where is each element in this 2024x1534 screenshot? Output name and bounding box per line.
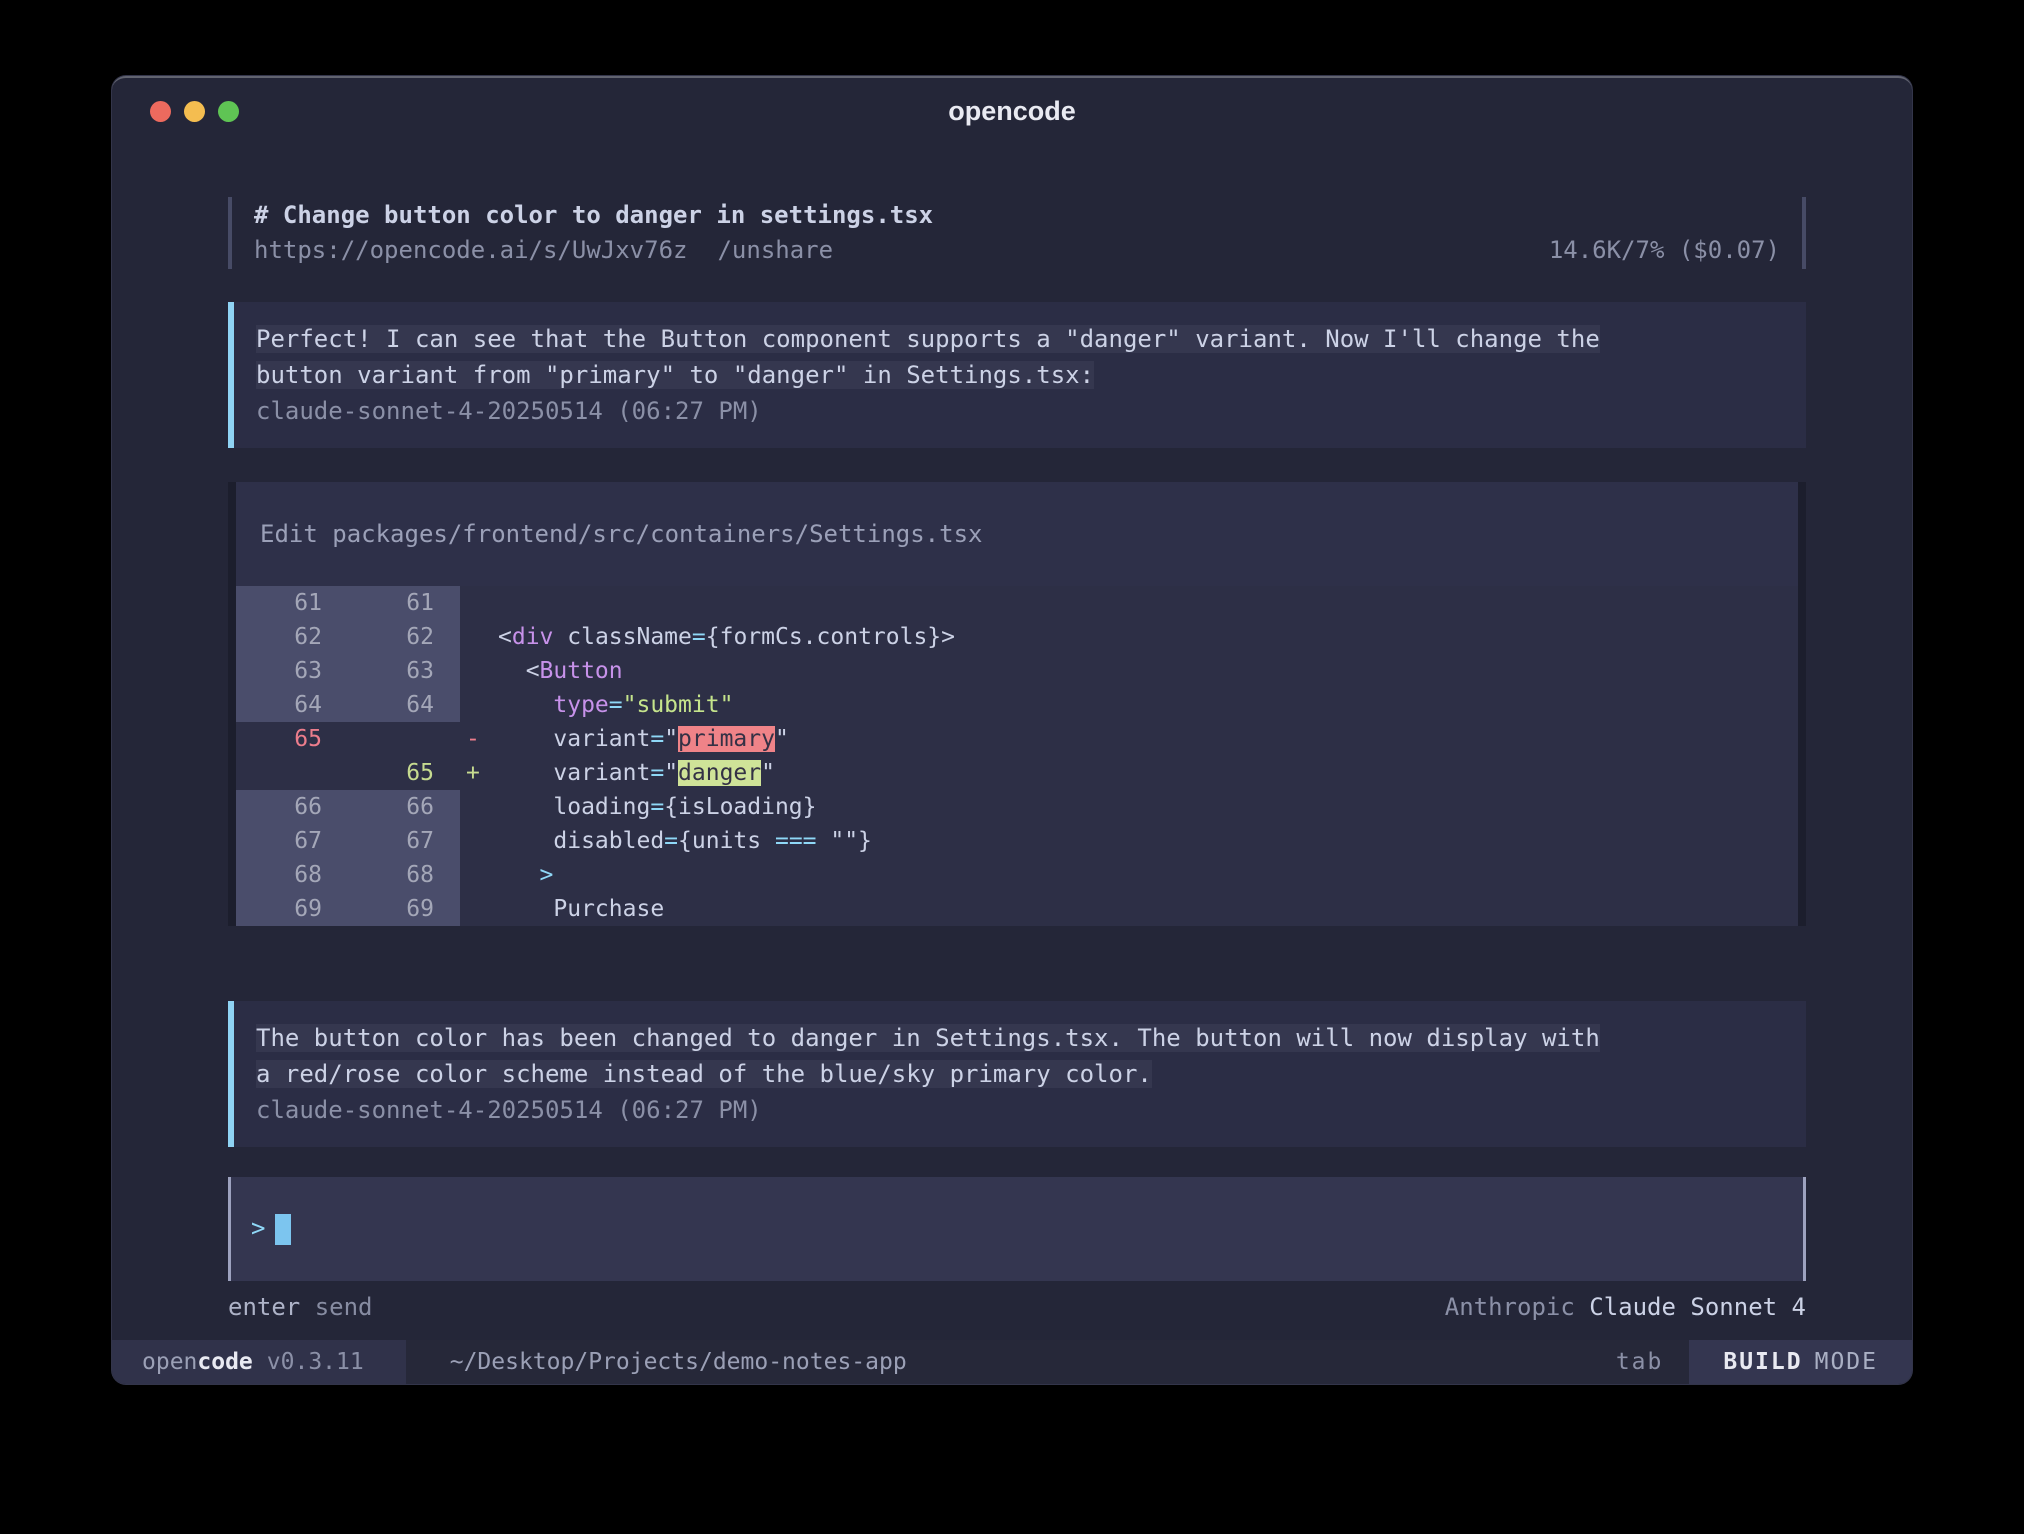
mode-segment[interactable]: BUILDMODE [1689, 1340, 1912, 1384]
diff-row: 6868 > [236, 858, 1798, 892]
line-number-old: 67 [236, 824, 348, 858]
edit-tool-block: Edit packages/frontend/src/containers/Se… [228, 482, 1806, 926]
diff-marker [460, 858, 498, 892]
diff-row: 6262 <div className={formCs.controls}> [236, 620, 1798, 654]
code-line: loading={isLoading} [498, 790, 1798, 824]
line-number-new: 63 [348, 654, 460, 688]
diff-row: 65+ variant="danger" [236, 756, 1798, 790]
message-line: Perfect! I can see that the Button compo… [256, 321, 1782, 357]
code-line: variant="primary" [498, 722, 1798, 756]
line-number-old: 65 [236, 722, 348, 756]
line-number-old: 64 [236, 688, 348, 722]
traffic-lights [150, 101, 239, 122]
line-number-old: 62 [236, 620, 348, 654]
diff-marker [460, 688, 498, 722]
code-line: <Button [498, 654, 1798, 688]
unshare-command: /unshare [717, 233, 833, 268]
model-indicator: Anthropic Claude Sonnet 4 [1445, 1289, 1806, 1325]
code-line: <div className={formCs.controls}> [498, 620, 1798, 654]
diff-row: 6969 Purchase [236, 892, 1798, 926]
diff-marker: + [460, 756, 498, 790]
prompt-input[interactable]: > [228, 1177, 1806, 1281]
diff-marker [460, 654, 498, 688]
tab-keybind-hint: tab [1616, 1340, 1664, 1384]
working-directory: ~/Desktop/Projects/demo-notes-app [450, 1340, 907, 1384]
line-number-new: 64 [348, 688, 460, 722]
line-number-new: 69 [348, 892, 460, 926]
status-bar: opencodev0.3.11 ~/Desktop/Projects/demo-… [112, 1340, 1912, 1384]
model-timestamp: claude-sonnet-4-20250514 (06:27 PM) [256, 1092, 1782, 1128]
prompt-symbol: > [251, 1214, 265, 1242]
line-number-old: 68 [236, 858, 348, 892]
diff-row: 65 - variant="primary" [236, 722, 1798, 756]
zoom-button[interactable] [218, 101, 239, 122]
share-url[interactable]: https://opencode.ai/s/UwJxv76z [254, 233, 687, 268]
assistant-message: The button color has been changed to dan… [228, 1001, 1806, 1147]
close-button[interactable] [150, 101, 171, 122]
diff-marker [460, 824, 498, 858]
app-version-segment: opencodev0.3.11 [112, 1340, 406, 1384]
line-number-new: 61 [348, 586, 460, 620]
message-line: button variant from "primary" to "danger… [256, 357, 1782, 393]
assistant-message: Perfect! I can see that the Button compo… [228, 302, 1806, 448]
line-number-old: 61 [236, 586, 348, 620]
line-number-old: 66 [236, 790, 348, 824]
line-number-old: 63 [236, 654, 348, 688]
titlebar: opencode [112, 78, 1912, 142]
line-number-new: 67 [348, 824, 460, 858]
line-number-new: 62 [348, 620, 460, 654]
message-line: The button color has been changed to dan… [256, 1020, 1782, 1056]
text-cursor [275, 1214, 291, 1245]
diff-row: 6363 <Button [236, 654, 1798, 688]
opencode-window: opencode # Change button color to danger… [112, 76, 1912, 1384]
diff-marker [460, 620, 498, 654]
diff-row: 6464 type="submit" [236, 688, 1798, 722]
diff-marker [460, 892, 498, 926]
session-meta: https://opencode.ai/s/UwJxv76z /unshare … [254, 233, 1802, 268]
code-line [498, 586, 1798, 620]
code-line: > [498, 858, 1798, 892]
send-hint: enter send [228, 1289, 373, 1325]
line-number-new [348, 722, 460, 756]
diff-row: 6767 disabled={units === ""} [236, 824, 1798, 858]
diff-row: 6161 [236, 586, 1798, 620]
session-header: # Change button color to danger in setti… [228, 197, 1806, 269]
diff-marker [460, 586, 498, 620]
edit-tool-header: Edit packages/frontend/src/containers/Se… [228, 482, 1806, 586]
code-line: variant="danger" [498, 756, 1798, 790]
line-number-old: 69 [236, 892, 348, 926]
line-number-new: 66 [348, 790, 460, 824]
diff-marker: - [460, 722, 498, 756]
line-number-old [236, 756, 348, 790]
message-line: a red/rose color scheme instead of the b… [256, 1056, 1782, 1092]
code-line: Purchase [498, 892, 1798, 926]
session-title: # Change button color to danger in setti… [254, 198, 1802, 233]
diff-marker [460, 790, 498, 824]
line-number-new: 68 [348, 858, 460, 892]
window-title: opencode [112, 78, 1912, 144]
context-usage: 14.6K/7% ($0.07) [1549, 233, 1780, 268]
diff-row: 6666 loading={isLoading} [236, 790, 1798, 824]
diff-view: 61616262 <div className={formCs.controls}… [228, 586, 1806, 926]
model-timestamp: claude-sonnet-4-20250514 (06:27 PM) [256, 393, 1782, 429]
minimize-button[interactable] [184, 101, 205, 122]
hint-row: enter send Anthropic Claude Sonnet 4 [228, 1289, 1806, 1325]
code-line: type="submit" [498, 688, 1798, 722]
code-line: disabled={units === ""} [498, 824, 1798, 858]
line-number-new: 65 [348, 756, 460, 790]
